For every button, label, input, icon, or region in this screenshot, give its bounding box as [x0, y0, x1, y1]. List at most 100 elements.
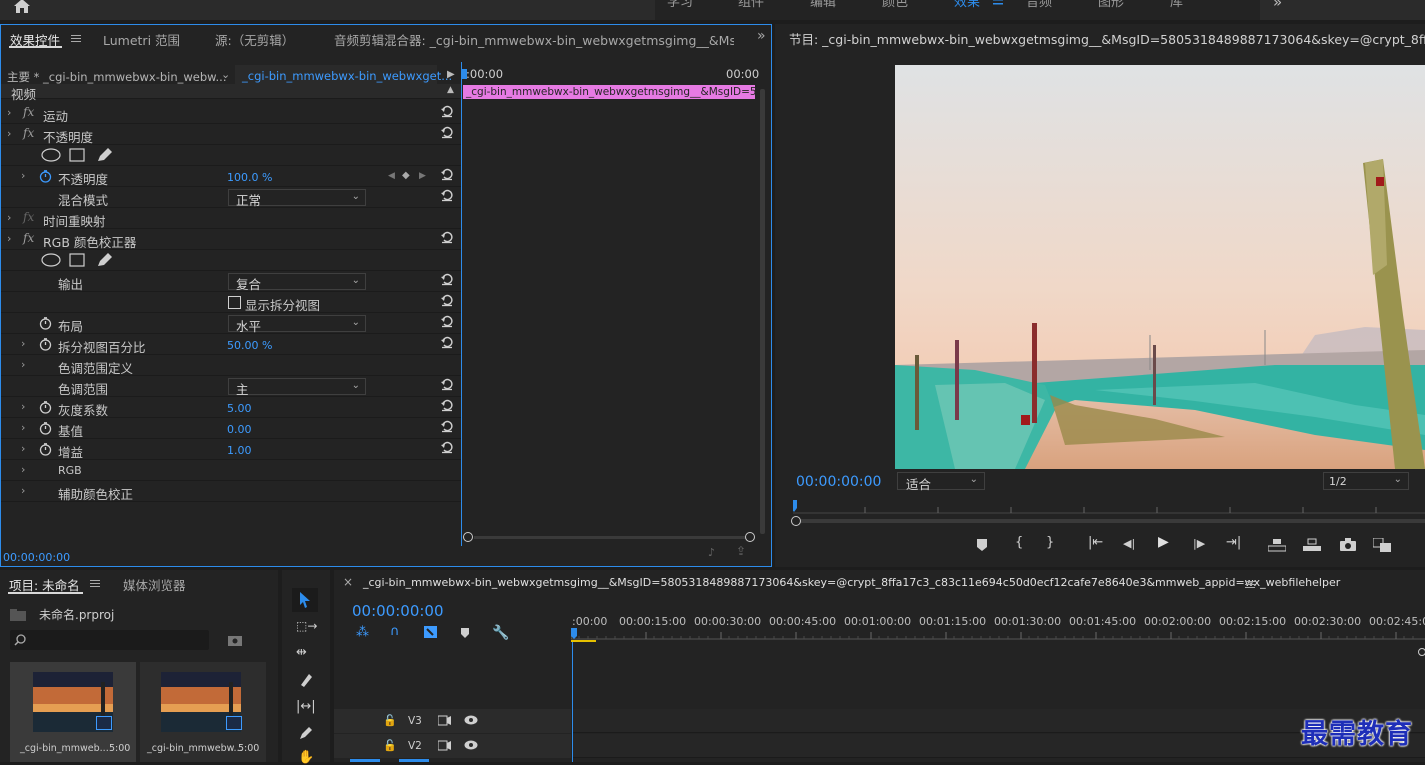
workspace-tab-color[interactable]: 颜色	[882, 0, 908, 10]
clip-bar[interactable]: _cgi-bin_mmwebwx-bin_webwxgetmsgimg__&Ms…	[463, 85, 755, 99]
expand-chevron-icon[interactable]: ›	[7, 232, 11, 245]
expand-chevron-icon[interactable]: ›	[21, 421, 25, 434]
split-percent-value[interactable]: 50.00 %	[227, 339, 272, 352]
fx-icon[interactable]: fx	[23, 105, 34, 119]
mark-in-icon[interactable]: {	[1015, 535, 1023, 550]
opacity-value[interactable]: 100.0 %	[227, 171, 272, 184]
pedestal-value[interactable]: 0.00	[227, 423, 252, 436]
timeline-ruler[interactable]	[571, 628, 1425, 640]
sync-lock-icon[interactable]	[438, 740, 451, 751]
nest-icon[interactable]: ⁂	[356, 625, 369, 640]
workspace-tab-graphics[interactable]: 图形	[1098, 0, 1124, 10]
reset-icon[interactable]	[440, 398, 454, 412]
go-to-out-icon[interactable]: ⇥|	[1226, 535, 1241, 550]
export-frame-icon[interactable]	[1340, 538, 1356, 551]
expand-chevron-icon[interactable]: ›	[21, 337, 25, 350]
stopwatch-icon[interactable]	[39, 422, 52, 435]
reset-icon[interactable]	[440, 272, 454, 286]
sequence-timecode[interactable]: 00:00:00:00	[352, 602, 444, 620]
panel-menu-icon[interactable]	[1245, 581, 1255, 590]
workspace-tab-audio[interactable]: 音频	[1026, 0, 1052, 10]
hand-tool-icon[interactable]: ✋	[298, 750, 314, 765]
fit-dropdown[interactable]: 适合 ⌄	[897, 472, 985, 492]
property-row-tonal-definition[interactable]: › 色调范围定义	[1, 355, 461, 376]
expand-chevron-icon[interactable]: ›	[7, 127, 11, 140]
gain-value[interactable]: 1.00	[227, 444, 252, 457]
fx-icon[interactable]: fx	[23, 126, 34, 140]
program-title[interactable]: 节目: _cgi-bin_mmwebwx-bin_webwxgetmsgimg_…	[789, 29, 1425, 48]
tab-media-browser[interactable]: 媒体浏览器	[123, 575, 186, 594]
lift-icon[interactable]	[1268, 538, 1286, 552]
stopwatch-icon[interactable]	[39, 443, 52, 456]
reset-icon[interactable]	[440, 440, 454, 454]
ripple-edit-tool-icon[interactable]: ⇹	[296, 645, 307, 660]
track-lane-v3[interactable]	[572, 709, 1425, 733]
export-icon[interactable]: ⇪	[736, 544, 746, 558]
workspace-tab-assembly[interactable]: 组件	[738, 0, 764, 10]
project-search-input[interactable]	[10, 630, 209, 650]
expand-chevron-icon[interactable]: ›	[21, 400, 25, 413]
lock-icon[interactable]: 🔓	[383, 739, 397, 752]
expand-chevron-icon[interactable]: ›	[21, 169, 25, 182]
reset-icon[interactable]	[440, 293, 454, 307]
reset-icon[interactable]	[440, 104, 454, 118]
workspace-tab-editing[interactable]: 编辑	[810, 0, 836, 10]
comparison-view-icon[interactable]	[1373, 538, 1391, 552]
extract-icon[interactable]	[1303, 538, 1321, 552]
reset-icon[interactable]	[440, 419, 454, 433]
playhead-marker[interactable]	[461, 69, 467, 79]
wrench-icon[interactable]: 🔧	[492, 625, 509, 641]
go-to-in-icon[interactable]: |⇤	[1088, 535, 1103, 550]
property-row-opacity[interactable]: › 不透明度 100.0 % ◀ ◆ ▶	[1, 166, 461, 187]
effect-row-opacity[interactable]: › fx 不透明度	[1, 124, 461, 145]
project-item[interactable]: _cgi-bin_mmweb... 5:00	[10, 662, 136, 762]
reset-icon[interactable]	[440, 335, 454, 349]
reset-icon[interactable]	[440, 314, 454, 328]
output-dropdown[interactable]: 复合 ⌄	[228, 273, 366, 292]
zoom-handle-right[interactable]	[745, 532, 755, 542]
work-area-bar[interactable]	[571, 640, 596, 642]
reset-icon[interactable]	[440, 230, 454, 244]
add-marker-icon[interactable]	[976, 538, 988, 552]
effect-row-time-remap[interactable]: › fx 时间重映射	[1, 208, 461, 229]
ellipse-mask-icon[interactable]	[41, 253, 61, 267]
add-marker-icon[interactable]	[460, 627, 470, 639]
workspace-tab-learn[interactable]: 学习	[667, 0, 693, 10]
property-row-secondary-correction[interactable]: › 辅助颜色校正	[1, 481, 461, 502]
property-row-pedestal[interactable]: › 基值 0.00	[1, 418, 461, 439]
new-bin-search-icon[interactable]	[228, 634, 242, 646]
play-icon[interactable]: ▶	[1158, 534, 1169, 550]
pen-mask-icon[interactable]	[96, 147, 114, 163]
property-row-gamma[interactable]: › 灰度系数 5.00	[1, 397, 461, 418]
split-view-checkbox[interactable]	[228, 296, 241, 309]
reset-icon[interactable]	[440, 167, 454, 181]
audio-only-icon[interactable]: ♪	[708, 546, 715, 559]
tab-source[interactable]: 源:（无剪辑）	[215, 30, 294, 49]
workspace-more-icon[interactable]: »	[1273, 0, 1282, 11]
next-keyframe-icon[interactable]: ▶	[419, 171, 426, 181]
expand-chevron-icon[interactable]: ›	[7, 211, 11, 224]
tab-lumetri-scopes[interactable]: Lumetri 范围	[103, 30, 180, 49]
layout-dropdown[interactable]: 水平 ⌄	[228, 315, 366, 334]
eye-icon[interactable]	[464, 715, 478, 725]
zoom-handle-left[interactable]	[463, 532, 473, 542]
sequence-title[interactable]: _cgi-bin_mmwebwx-bin_webwxgetmsgimg__&Ms…	[363, 576, 1340, 589]
rectangle-mask-icon[interactable]	[69, 253, 85, 267]
program-time-ruler[interactable]	[793, 498, 1425, 514]
program-timecode[interactable]: 00:00:00:00	[796, 474, 881, 490]
effect-row-rgb-color-corrector[interactable]: › fx RGB 颜色校正器	[1, 229, 461, 250]
expand-chevron-icon[interactable]: ›	[7, 106, 11, 119]
effect-timeline[interactable]: :00:00 00:00 ♪ ⇪	[461, 62, 771, 559]
pen-tool-icon[interactable]	[298, 725, 314, 741]
fx-icon[interactable]: fx	[23, 231, 34, 245]
program-video-frame[interactable]	[895, 65, 1425, 469]
master-clip-label[interactable]: 主要 * _cgi-bin_mmwebwx-bin_webw...	[7, 69, 227, 85]
expand-chevron-icon[interactable]: ›	[21, 484, 25, 497]
play-triangle-icon[interactable]: ▶	[447, 69, 455, 80]
program-zoom-handle[interactable]	[791, 516, 801, 526]
blend-mode-dropdown[interactable]: 正常 ⌄	[228, 189, 366, 208]
zoom-scrollbar[interactable]	[474, 536, 746, 539]
pen-mask-icon[interactable]	[96, 252, 114, 268]
track-select-tool-icon[interactable]: ⬚→	[296, 619, 317, 633]
timeline-playhead-line[interactable]	[572, 640, 573, 762]
